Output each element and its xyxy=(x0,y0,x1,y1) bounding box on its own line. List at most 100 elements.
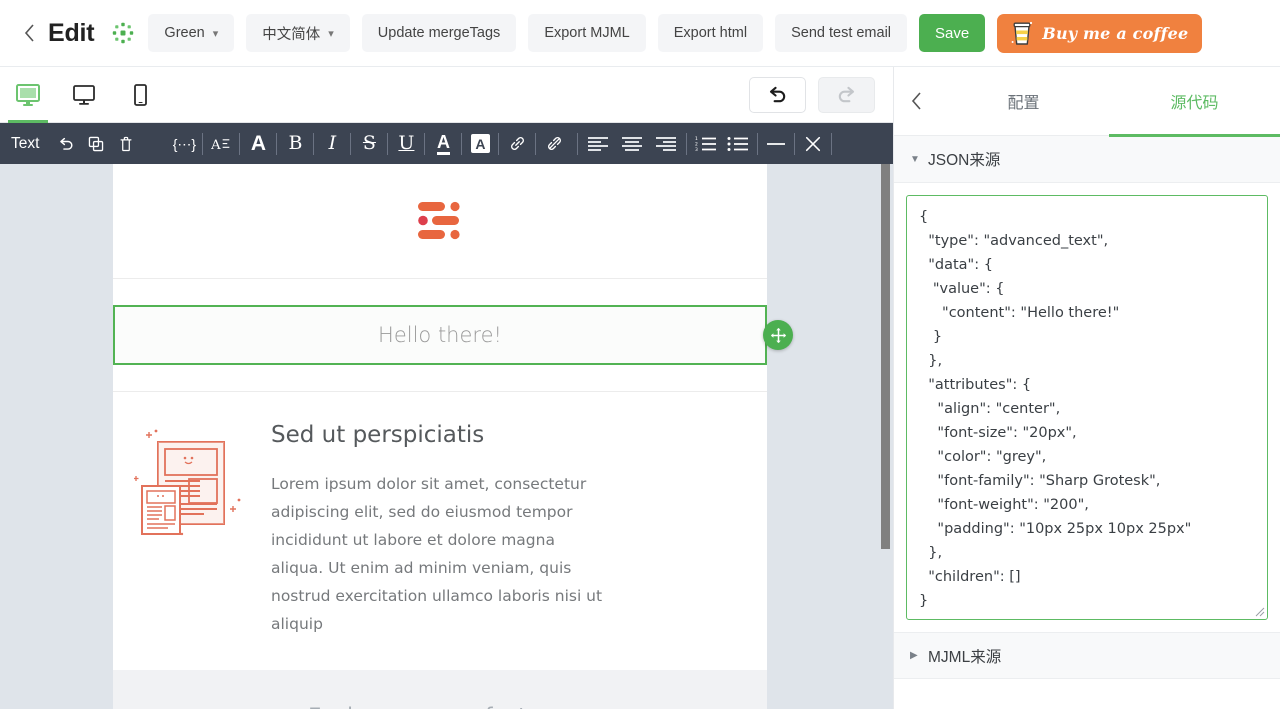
top-header: Edit Green ▾ 中文简体 ▾ Update mergeTags Exp… xyxy=(0,0,1280,67)
toolbar-font-family-button[interactable]: A xyxy=(243,129,273,159)
export-html-button[interactable]: Export html xyxy=(657,14,764,52)
save-button[interactable]: Save xyxy=(919,14,986,52)
feature-section[interactable]: Sed ut perspiciatis Lorem ipsum dolor si… xyxy=(113,392,767,670)
coffee-button-label: Buy me a coffee xyxy=(1042,23,1189,43)
toolbar-strikethrough-button[interactable]: S xyxy=(354,129,384,159)
desktop-icon xyxy=(73,84,95,105)
feature-illustration xyxy=(113,422,271,638)
toolbar-unlink-button[interactable] xyxy=(539,129,569,159)
toolbar-divider xyxy=(424,132,426,155)
svg-text:3: 3 xyxy=(695,147,698,152)
toolbar-align-left-button[interactable] xyxy=(581,129,615,159)
export-mjml-button[interactable]: Export MJML xyxy=(528,14,646,52)
json-source-accordion-header[interactable]: ▼ JSON来源 xyxy=(894,136,1280,183)
caret-down-icon: ▼ xyxy=(910,153,920,165)
feature-heading: Sed ut perspiciatis xyxy=(271,422,485,448)
explore-heading: Explore our new features xyxy=(113,704,767,709)
toolbar-underline-button[interactable]: U xyxy=(391,129,421,159)
trash-icon xyxy=(120,136,132,151)
theme-select[interactable]: Green ▾ xyxy=(148,14,235,52)
logo-section[interactable] xyxy=(113,164,767,278)
caret-right-icon: ▶ xyxy=(910,650,918,661)
resize-grip-icon[interactable] xyxy=(1254,606,1265,617)
desktop-preview-tab[interactable] xyxy=(56,67,112,123)
toolbar-undo-button[interactable] xyxy=(51,129,81,159)
toolbar-italic-button[interactable]: I xyxy=(317,129,347,159)
toolbar-ordered-list-button[interactable]: 1 2 3 xyxy=(690,129,722,159)
svg-text:A: A xyxy=(211,138,221,153)
toolbar-divider xyxy=(498,132,500,155)
language-select-label: 中文简体 xyxy=(262,26,321,43)
align-right-icon xyxy=(656,136,677,151)
language-select[interactable]: 中文简体 ▾ xyxy=(246,14,350,52)
toolbar-link-button[interactable] xyxy=(502,129,532,159)
page-title: Edit xyxy=(48,18,95,47)
toolbar-divider xyxy=(202,132,204,155)
device-toolbar xyxy=(0,67,893,123)
link-icon xyxy=(511,137,524,150)
feature-body: Lorem ipsum dolor sit amet, consectetur … xyxy=(271,475,603,633)
toolbar-divider xyxy=(794,132,796,155)
svg-text:2: 2 xyxy=(695,142,698,148)
selected-text-block[interactable]: Hello there! xyxy=(113,305,793,365)
toolbar-block-label: Text xyxy=(11,134,40,152)
newsletter-illustration-icon xyxy=(134,429,241,536)
duplicate-icon xyxy=(89,136,104,151)
mjml-source-accordion-header[interactable]: ▶ MJML来源 xyxy=(894,632,1280,679)
bold-icon: B xyxy=(288,132,303,154)
undo-button[interactable] xyxy=(749,77,806,113)
toolbar-merge-tag-button[interactable]: {⋯} xyxy=(169,129,199,159)
toolbar-unordered-list-button[interactable] xyxy=(722,129,754,159)
block-drag-handle[interactable] xyxy=(763,320,793,350)
email-document: Hello there! Sed ut perspiciatis Lorem i… xyxy=(113,164,793,709)
buy-me-a-coffee-button[interactable]: Buy me a coffee xyxy=(997,13,1203,53)
mobile-icon xyxy=(134,83,147,106)
loading-sun-icon xyxy=(112,22,134,44)
mobile-preview-tab[interactable] xyxy=(112,67,168,123)
explore-section[interactable]: Explore our new features xyxy=(113,670,767,709)
horizontal-rule-icon xyxy=(767,142,786,145)
italic-icon: I xyxy=(328,132,337,154)
toolbar-font-size-button[interactable]: A xyxy=(206,129,236,159)
monitor-edit-icon xyxy=(16,83,40,106)
text-edit-toolbar: Text {⋯} A A B I S U A A 1 2 3 xyxy=(0,123,893,164)
edit-mode-tab[interactable] xyxy=(0,67,56,123)
unordered-list-icon xyxy=(727,137,749,151)
tab-source-code[interactable]: 源代码 xyxy=(1109,67,1280,137)
mjml-source-title: MJML来源 xyxy=(928,648,1002,666)
toolbar-delete-button[interactable] xyxy=(111,129,141,159)
toolbar-text-color-button[interactable]: A xyxy=(428,129,458,159)
tab-configuration[interactable]: 配置 xyxy=(938,67,1109,136)
update-mergetags-button[interactable]: Update mergeTags xyxy=(361,14,517,52)
toolbar-duplicate-button[interactable] xyxy=(81,129,111,159)
toolbar-bold-button[interactable]: B xyxy=(280,129,310,159)
undo-icon xyxy=(769,86,786,102)
feature-text: Sed ut perspiciatis Lorem ipsum dolor si… xyxy=(271,422,767,638)
send-test-email-button[interactable]: Send test email xyxy=(775,14,908,52)
json-source-wrapper: { "type": "advanced_text", "data": { "va… xyxy=(894,183,1280,620)
toolbar-clear-format-button[interactable] xyxy=(798,129,828,159)
email-editor-app: Edit Green ▾ 中文简体 ▾ Update mergeTags Exp… xyxy=(0,0,1280,709)
align-center-icon xyxy=(622,136,643,151)
email-canvas[interactable]: Hello there! Sed ut perspiciatis Lorem i… xyxy=(0,164,893,709)
text-color-icon: A xyxy=(436,133,450,155)
canvas-scrollbar[interactable] xyxy=(881,164,890,549)
section-divider xyxy=(113,278,767,279)
toolbar-divider xyxy=(387,132,389,155)
redo-button[interactable] xyxy=(818,77,875,113)
unlink-icon xyxy=(548,137,561,150)
back-button[interactable] xyxy=(18,18,40,48)
toolbar-divider xyxy=(757,132,759,155)
panel-collapse-button[interactable] xyxy=(894,92,938,110)
json-source-textarea[interactable]: { "type": "advanced_text", "data": { "va… xyxy=(906,195,1268,620)
chevron-left-icon xyxy=(911,92,921,110)
toolbar-align-right-button[interactable] xyxy=(649,129,683,159)
brand-logo-icon xyxy=(418,201,460,240)
move-icon xyxy=(770,327,786,343)
toolbar-horizontal-rule-button[interactable] xyxy=(761,129,791,159)
toolbar-align-center-button[interactable] xyxy=(615,129,649,159)
chevron-down-icon: ▾ xyxy=(328,27,334,40)
toolbar-divider xyxy=(239,132,241,155)
merge-tag-icon: {⋯} xyxy=(172,135,197,152)
toolbar-background-color-button[interactable]: A xyxy=(465,129,495,159)
